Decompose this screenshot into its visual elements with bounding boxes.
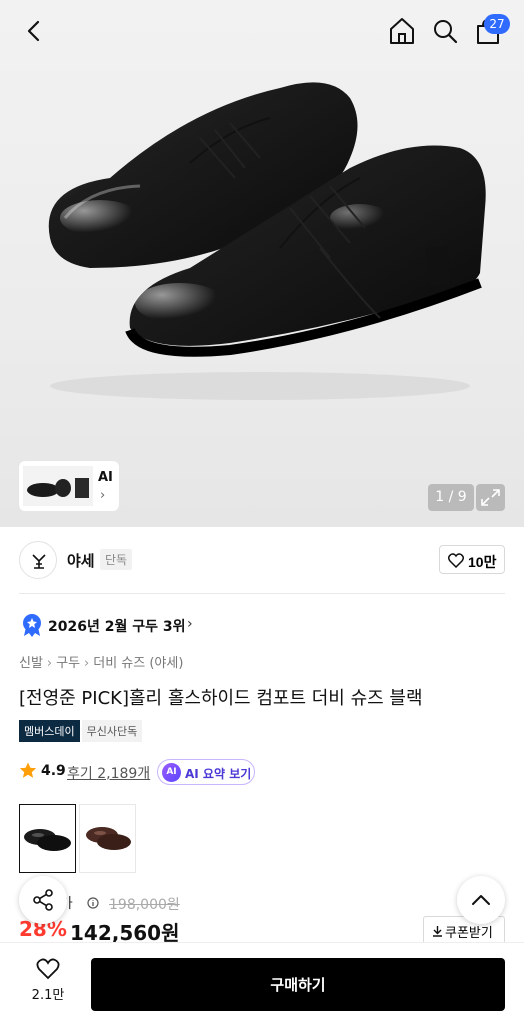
breadcrumb: 신발 › 구두 › 더비 슈즈 (야세) — [19, 652, 183, 671]
brand-like-button[interactable]: 10만 — [439, 545, 505, 574]
expand-icon — [481, 489, 500, 506]
download-icon — [433, 926, 442, 937]
chevron-right-icon: › — [100, 488, 106, 503]
color-option-black[interactable] — [19, 804, 76, 873]
top-navigation-bar: 27 — [0, 0, 524, 62]
chevron-up-icon — [472, 895, 490, 905]
chevron-right-icon: › — [187, 616, 193, 632]
star-icon — [19, 762, 37, 778]
breadcrumb-item[interactable]: 신발 — [19, 656, 43, 671]
heart-icon — [36, 958, 60, 980]
thumbnail-image — [23, 466, 93, 506]
breadcrumb-item[interactable]: 구두 — [56, 656, 80, 671]
brand-name[interactable]: 야세 — [67, 550, 95, 571]
brown-shoe-thumbnail — [86, 827, 131, 850]
original-price: 198,000원 — [109, 897, 180, 913]
info-icon — [87, 897, 99, 909]
ranking-badge-icon — [23, 614, 41, 637]
members-day-tag: 멤버스데이 — [19, 720, 80, 742]
chevron-right-icon: › — [84, 656, 90, 671]
price-block: 상가 198,000원 28% 142,560원 쿠폰받기 — [19, 890, 505, 945]
buy-button[interactable]: 구매하기 — [91, 958, 505, 1011]
home-icon[interactable] — [388, 16, 416, 46]
coupon-label: 쿠폰받기 — [445, 925, 493, 940]
wishlist-count: 2.1만 — [31, 988, 65, 1003]
ranking-text: 2026년 2월 구두 3위 — [48, 619, 186, 635]
rating-score: 4.9 — [41, 763, 66, 779]
musinsa-exclusive-tag: 무신사단독 — [81, 720, 143, 742]
share-button[interactable] — [19, 876, 67, 924]
bottom-action-bar: 2.1만 구매하기 — [0, 942, 524, 1024]
review-count-link[interactable]: 후기 2,189개 — [67, 763, 150, 783]
rating-row: 4.9 후기 2,189개 AI AI 요약 보기 — [19, 758, 319, 786]
product-title: [전영준 PICK]홀리 홀스하이드 컴포트 더비 슈즈 블랙 — [19, 688, 423, 709]
ranking-link[interactable]: 2026년 2월 구두 3위 › — [19, 613, 319, 637]
expand-button[interactable] — [476, 484, 505, 511]
breadcrumb-item[interactable]: 더비 슈즈 (야세) — [93, 656, 183, 671]
wishlist-button[interactable]: 2.1만 — [20, 958, 76, 1010]
ai-summary-label: AI 요약 보기 — [185, 767, 252, 781]
ai-thumbnail-button[interactable]: AI › — [19, 461, 119, 511]
chevron-right-icon: › — [46, 656, 53, 671]
image-pager: 1 / 9 — [428, 484, 474, 511]
ai-label: AI — [98, 470, 113, 485]
black-shoe-thumbnail — [24, 829, 71, 851]
product-image-gallery[interactable]: 27 AI › 1 / 9 — [0, 0, 524, 527]
back-arrow-icon[interactable] — [20, 16, 48, 46]
heart-icon — [448, 553, 464, 568]
brand-row: 야세 단독 10만 — [19, 541, 505, 581]
brand-logo-icon — [32, 554, 46, 569]
brand-like-count: 10만 — [468, 554, 497, 570]
cart-count-badge: 27 — [484, 14, 510, 34]
ai-summary-button[interactable]: AI AI 요약 보기 — [157, 759, 255, 785]
brand-exclusive-tag: 단독 — [100, 549, 133, 570]
product-image — [48, 82, 486, 400]
divider — [19, 593, 505, 594]
search-icon[interactable] — [431, 16, 459, 46]
share-icon — [33, 889, 53, 911]
product-tags: 멤버스데이 무신사단독 — [19, 720, 143, 742]
brand-logo[interactable] — [19, 541, 57, 579]
ai-badge-icon: AI — [162, 763, 181, 782]
color-option-brown[interactable] — [79, 804, 136, 873]
scroll-to-top-button[interactable] — [457, 876, 505, 924]
